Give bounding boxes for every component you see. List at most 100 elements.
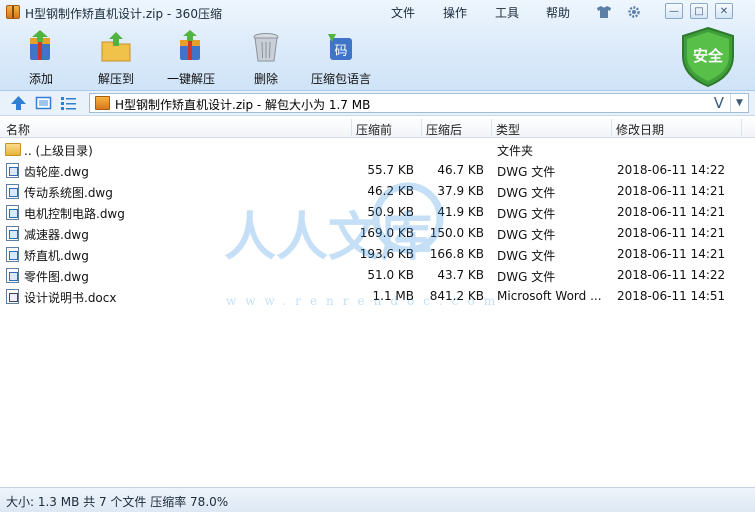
one-click-extract-button[interactable]: 一键解压: [154, 28, 228, 88]
address-dropdown-button[interactable]: ▼: [730, 94, 748, 112]
column-separator: [351, 119, 352, 136]
dwg-file-icon: [6, 226, 19, 241]
trash-can-icon: [253, 33, 279, 62]
close-button[interactable]: ✕: [715, 3, 733, 19]
file-name: 齿轮座.dwg: [24, 165, 89, 179]
file-row[interactable]: 传动系统图.dwg 46.2 KB 37.9 KB DWG 文件 2018-06-11 …: [0, 181, 755, 202]
extract-to-button[interactable]: 解压到: [79, 28, 153, 88]
file-original-size: 55.7 KB: [367, 163, 414, 177]
file-original-size: 169.0 KB: [359, 226, 414, 240]
file-type: DWG 文件: [497, 186, 556, 200]
address-v-glyph: V: [713, 94, 724, 112]
file-modified-date: 2018-06-11 14:21: [617, 247, 726, 261]
archive-icon: [95, 96, 110, 110]
file-original-size: 193.6 KB: [359, 247, 414, 261]
file-packed-size: 46.7 KB: [437, 163, 484, 177]
file-modified-date: 2018-06-11 14:22: [617, 268, 726, 282]
security-shield-button[interactable]: 安全: [679, 26, 737, 88]
title-bar: H型钢制作矫直机设计.zip - 360压缩 文件 操作 工具 帮助 — □ ✕: [0, 0, 755, 24]
address-path: H型钢制作矫直机设计.zip - 解包大小为 1.7 MB: [115, 98, 371, 112]
menu-operations[interactable]: 操作: [443, 4, 467, 21]
file-name: 矫直机.dwg: [24, 249, 89, 263]
file-original-size: 51.0 KB: [367, 268, 414, 282]
file-type: Microsoft Word ...: [497, 289, 602, 303]
archive-encoding-label: 压缩包语言: [310, 72, 371, 86]
archive-encoding-button[interactable]: 码 压缩包语言: [304, 28, 378, 88]
file-original-size: 46.2 KB: [367, 184, 414, 198]
file-packed-size: 37.9 KB: [437, 184, 484, 198]
file-name: 零件图.dwg: [24, 270, 89, 284]
status-bar: 大小: 1.3 MB 共 7 个文件 压缩率 78.0%: [0, 487, 755, 512]
file-type: DWG 文件: [497, 249, 556, 263]
column-separator: [491, 119, 492, 136]
archive-app-icon: [6, 5, 20, 19]
file-modified-date: 2018-06-11 14:21: [617, 226, 726, 240]
column-name[interactable]: 名称: [6, 121, 30, 138]
menu-file[interactable]: 文件: [391, 4, 415, 21]
parent-directory-row[interactable]: .. (上级目录) 文件夹: [0, 139, 755, 160]
encoding-icon-glyph: 码: [334, 44, 347, 59]
file-row[interactable]: 设计说明书.docx 1.1 MB 841.2 KB Microsoft Word .…: [0, 286, 755, 307]
app-header: H型钢制作矫直机设计.zip - 360压缩 文件 操作 工具 帮助 — □ ✕…: [0, 0, 755, 91]
column-separator: [611, 119, 612, 136]
encoding-code-icon: 码: [328, 34, 352, 60]
file-name: 设计说明书.docx: [24, 291, 117, 305]
extract-folder-icon: [101, 32, 131, 62]
file-packed-size: 43.7 KB: [437, 268, 484, 282]
maximize-button[interactable]: □: [690, 3, 708, 19]
dwg-file-icon: [6, 268, 19, 283]
shield-icon: 安全: [682, 26, 734, 88]
one-click-extract-icon: [180, 30, 200, 60]
file-packed-size: 41.9 KB: [437, 205, 484, 219]
menu-help[interactable]: 帮助: [546, 4, 570, 21]
address-bar[interactable]: H型钢制作矫直机设计.zip - 解包大小为 1.7 MB V ▼: [89, 93, 749, 113]
column-packed-size[interactable]: 压缩后: [426, 121, 462, 138]
file-packed-size: 166.8 KB: [429, 247, 484, 261]
dwg-file-icon: [6, 163, 19, 178]
dwg-file-icon: [6, 247, 19, 262]
file-modified-date: 2018-06-11 14:21: [617, 205, 726, 219]
window-title: H型钢制作矫直机设计.zip - 360压缩: [25, 7, 222, 21]
file-row[interactable]: 电机控制电路.dwg 50.9 KB 41.9 KB DWG 文件 2018-06-11…: [0, 202, 755, 223]
file-row[interactable]: 零件图.dwg 51.0 KB 43.7 KB DWG 文件 2018-06-11 14…: [0, 265, 755, 286]
file-modified-date: 2018-06-11 14:51: [617, 289, 726, 303]
list-view-icon[interactable]: [60, 95, 77, 111]
file-type: DWG 文件: [497, 270, 556, 284]
thumbnail-view-icon[interactable]: [35, 95, 52, 111]
add-label: 添加: [28, 72, 53, 86]
file-row[interactable]: 矫直机.dwg 193.6 KB 166.8 KB DWG 文件 2018-06-11 …: [0, 244, 755, 265]
column-type[interactable]: 类型: [496, 121, 520, 138]
column-original-size[interactable]: 压缩前: [356, 121, 392, 138]
file-packed-size: 841.2 KB: [429, 289, 484, 303]
folder-icon: [5, 143, 21, 156]
file-row[interactable]: 减速器.dwg 169.0 KB 150.0 KB DWG 文件 2018-06-11 …: [0, 223, 755, 244]
column-header: 名称 压缩前 压缩后 类型 修改日期: [0, 117, 755, 138]
skin-shirt-icon[interactable]: [596, 4, 612, 20]
file-list: 名称 压缩前 压缩后 类型 修改日期 .. (上级目录) 文件夹 齿轮座.dwg…: [0, 117, 755, 487]
delete-button[interactable]: 删除: [229, 28, 303, 88]
file-modified-date: 2018-06-11 14:21: [617, 184, 726, 198]
status-text: 大小: 1.3 MB 共 7 个文件 压缩率 78.0%: [6, 495, 229, 509]
file-packed-size: 150.0 KB: [429, 226, 484, 240]
parent-directory-name: .. (上级目录): [24, 144, 93, 158]
column-separator: [741, 119, 742, 136]
file-row[interactable]: 齿轮座.dwg 55.7 KB 46.7 KB DWG 文件 2018-06-11 14…: [0, 160, 755, 181]
settings-gear-icon[interactable]: [626, 4, 642, 20]
file-type: DWG 文件: [497, 165, 556, 179]
file-original-size: 1.1 MB: [372, 289, 414, 303]
one-click-extract-label: 一键解压: [166, 72, 215, 86]
up-arrow-icon[interactable]: [10, 95, 27, 111]
file-name: 传动系统图.dwg: [24, 186, 113, 200]
shield-label: 安全: [693, 47, 724, 65]
column-modified[interactable]: 修改日期: [616, 121, 664, 138]
file-name: 减速器.dwg: [24, 228, 89, 242]
parent-directory-type: 文件夹: [497, 144, 534, 158]
file-original-size: 50.9 KB: [367, 205, 414, 219]
add-button[interactable]: 添加: [4, 28, 78, 88]
menu-tools[interactable]: 工具: [495, 4, 519, 21]
word-document-icon: [6, 289, 19, 304]
dwg-file-icon: [6, 184, 19, 199]
file-type: DWG 文件: [497, 207, 556, 221]
dwg-file-icon: [6, 205, 19, 220]
minimize-button[interactable]: —: [665, 3, 683, 19]
